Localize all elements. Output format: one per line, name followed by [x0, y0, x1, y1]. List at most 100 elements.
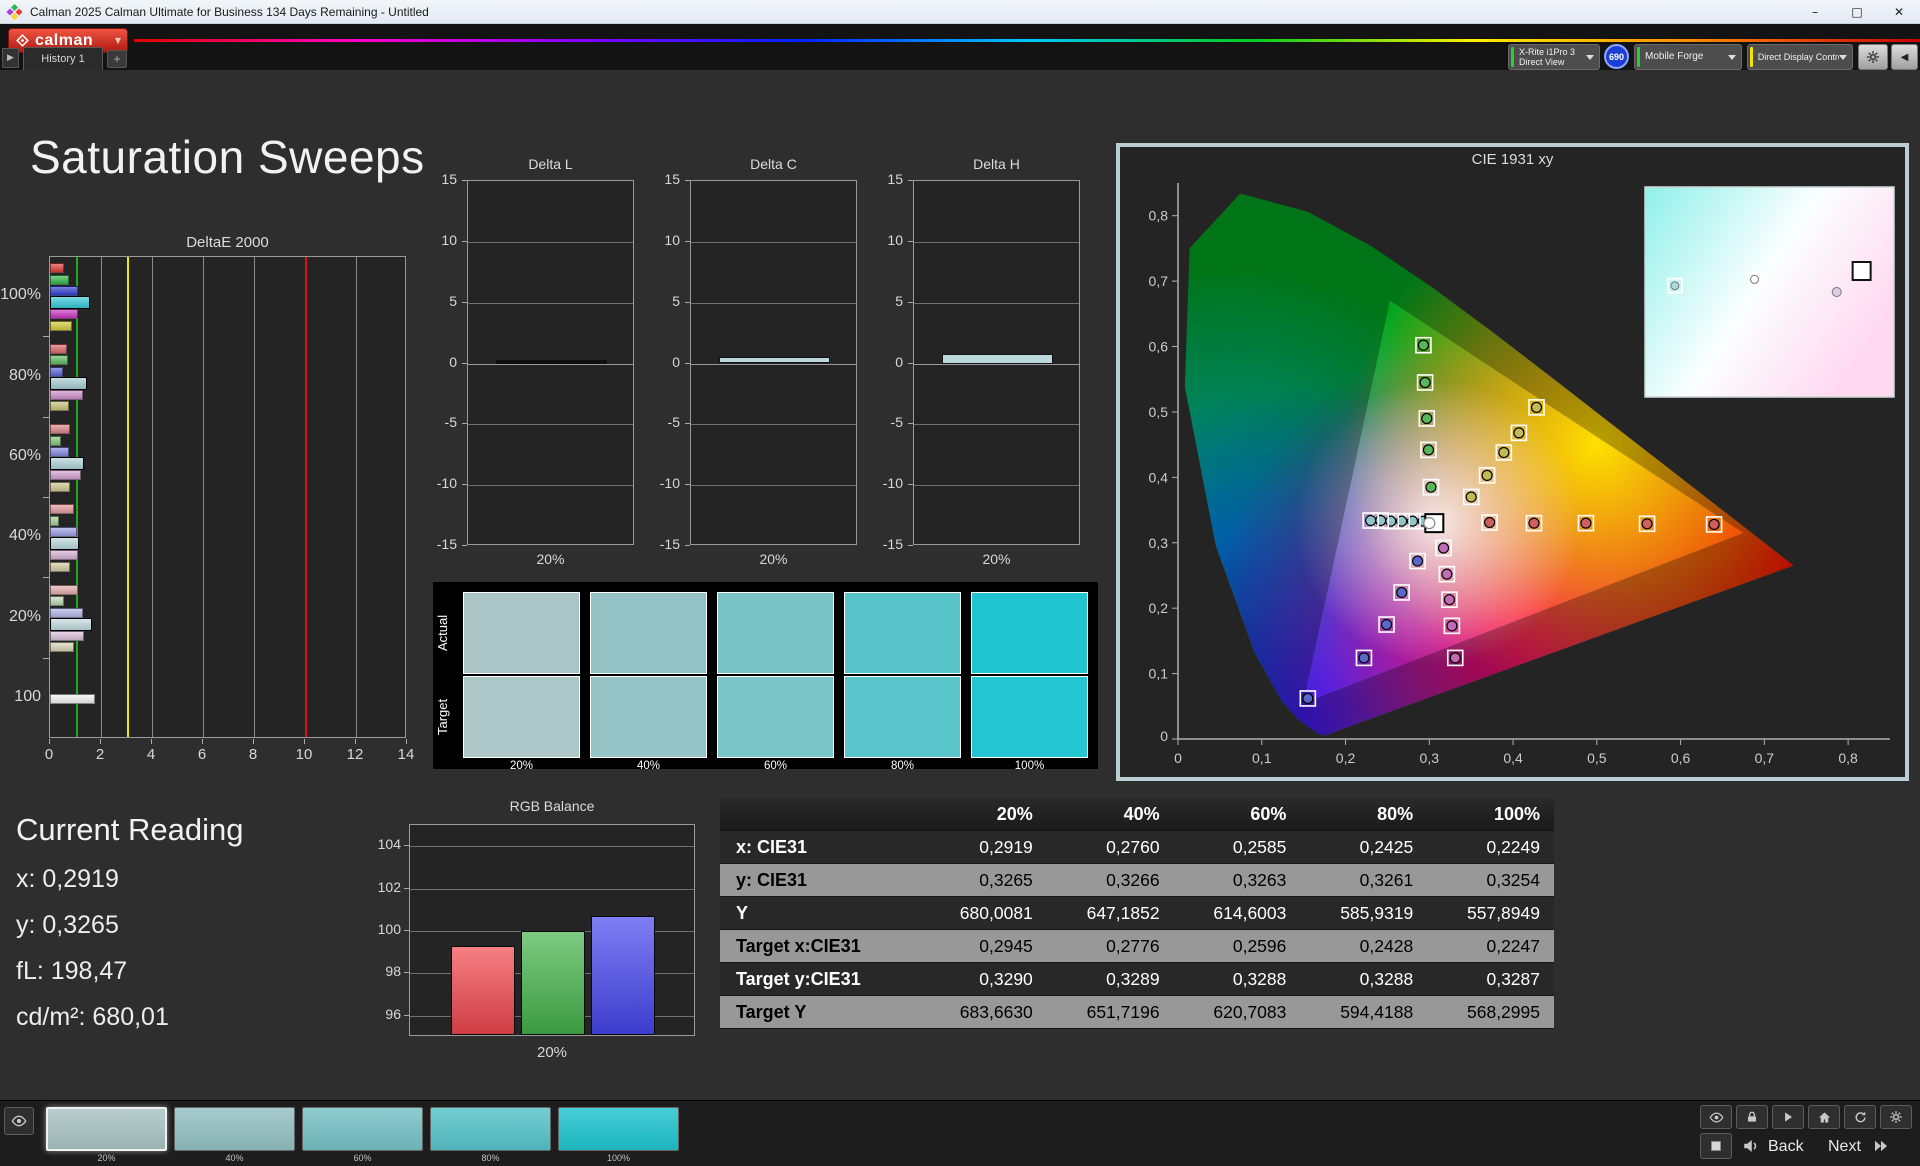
patch-thumbnail-80%[interactable] — [430, 1107, 551, 1151]
svg-text:0,6: 0,6 — [1149, 339, 1169, 355]
delta_c-y-tick — [685, 362, 690, 364]
back-button[interactable]: Back — [1768, 1138, 1804, 1156]
deltae-x-tick — [202, 739, 203, 744]
table-cell: 0,3288 — [1359, 968, 1414, 989]
meter-dropdown[interactable]: X-Rite i1Pro 3 Direct View — [1508, 44, 1600, 70]
deltae-bar-80%-yellow — [50, 401, 70, 412]
swatch-column-label: 100% — [1014, 760, 1045, 772]
lock-button[interactable] — [1736, 1105, 1768, 1129]
deltae-bar-100%-yellow — [50, 320, 72, 331]
table-cell: 0,3290 — [979, 968, 1033, 989]
deltae-bar-100%-magenta — [50, 309, 79, 320]
delta_c-y-tick-label: -15 — [659, 536, 680, 552]
table-row: Target y:CIE31 0,3290 0,3289 0,3288 0,3288 0,… — [720, 963, 1554, 996]
preview-eye-button[interactable] — [4, 1107, 34, 1135]
settings-button[interactable] — [1858, 44, 1888, 70]
delta_l-y-tick-label: -15 — [436, 536, 457, 552]
announce-icon[interactable] — [1742, 1137, 1760, 1155]
home-button[interactable] — [1808, 1105, 1840, 1129]
delta_h-y-tick — [908, 423, 913, 425]
source-dropdown[interactable]: Mobile Forge — [1634, 44, 1742, 70]
delta_c-y-tick-label: 5 — [672, 292, 680, 309]
deltae-x-tick-label: 10 — [295, 746, 313, 763]
delta_l-y-tick — [462, 301, 467, 303]
delta_h-y-tick — [908, 545, 913, 546]
deltae-x-tick-label: 12 — [346, 746, 364, 763]
tab-history-1[interactable]: History 1 — [23, 47, 103, 70]
target-swatch-100% — [971, 676, 1088, 758]
add-tab-button[interactable]: + — [107, 50, 127, 68]
display-control-dropdown[interactable]: Direct Display Control — [1747, 44, 1853, 70]
play-button[interactable] — [1772, 1105, 1804, 1129]
rgb-balance-plot-area — [409, 824, 695, 1036]
actual-swatch-80% — [844, 592, 961, 674]
delta_c-gridline — [691, 302, 856, 304]
stop-button[interactable] — [1700, 1133, 1732, 1159]
rainbow-accent-line — [134, 39, 1920, 42]
deltae-bar-60%-blue — [50, 447, 70, 458]
deltae-x-tick — [304, 739, 305, 744]
table-header-40%: 40% — [1123, 803, 1160, 824]
patch-thumbnail-label: 60% — [353, 1153, 372, 1163]
deltae-x-tick-label: 6 — [197, 746, 207, 763]
deltae-gridline — [152, 257, 153, 737]
deltae-gridline — [203, 257, 204, 737]
skip-forward-icon[interactable] — [1872, 1137, 1890, 1155]
minimize-button[interactable]: – — [1794, 0, 1836, 24]
patch-thumbnail-label: 20% — [97, 1153, 116, 1163]
collapse-toolbar-button[interactable]: ◀ — [1891, 44, 1918, 70]
cie-1931-panel: CIE 1931 xy 0 0,1 0,1 0,2 0,2 0,3 0,3 0,4 0,4 0,5… — [1116, 143, 1909, 781]
app-icon — [6, 3, 22, 20]
delta_h-plot-area — [913, 180, 1080, 545]
table-cell: 0,2585 — [1232, 836, 1287, 857]
expand-sidebar-button[interactable]: ▶ — [2, 48, 19, 68]
deltae-bar-100%-red — [50, 263, 65, 274]
table-cell: 0,3263 — [1232, 869, 1287, 890]
delta_h-chart-title: Delta H — [973, 156, 1020, 172]
table-cell: 0,3289 — [1106, 968, 1160, 989]
deltae-x-tick-label: 4 — [146, 746, 156, 763]
eye-button[interactable] — [1700, 1105, 1732, 1129]
patch-thumbnail-40%[interactable] — [174, 1107, 295, 1151]
deltae-group-label: 40% — [8, 527, 41, 545]
refresh-button[interactable] — [1844, 1105, 1876, 1129]
calman-window: Calman 2025 Calman Ultimate for Business… — [0, 0, 1920, 1166]
table-cell: 0,2919 — [979, 836, 1033, 857]
delta_c-gridline — [691, 241, 856, 243]
table-row: y: CIE31 0,3265 0,3266 0,3263 0,3261 0,3254 — [720, 864, 1554, 897]
deltae-bar-40%-cyan — [50, 537, 80, 551]
delta_h-x-category-label: 20% — [982, 551, 1011, 567]
maximize-button[interactable]: □ — [1836, 0, 1878, 24]
close-button[interactable]: ✕ — [1878, 0, 1920, 24]
cie-chromaticity-diagram: 0 0,1 0,1 0,2 0,2 0,3 0,3 0,4 0,4 0,5 0,5 0,6 0,6 0,7… — [1149, 183, 1895, 766]
patch-thumbnail-60%[interactable] — [302, 1107, 423, 1151]
table-header-100%: 100% — [1493, 803, 1540, 824]
deltae-gridline — [356, 257, 357, 737]
table-cell: 614,6003 — [1213, 902, 1287, 923]
current-reading-heading: Current Reading — [16, 812, 244, 847]
svg-text:0,2: 0,2 — [1336, 750, 1356, 766]
delta_h-y-tick — [908, 180, 913, 181]
table-row-label: Y — [736, 902, 749, 923]
eye-icon — [11, 1113, 27, 1129]
next-button[interactable]: Next — [1828, 1138, 1861, 1156]
patch-thumbnail-label: 80% — [481, 1153, 500, 1163]
reading-cdm: cd/m²: 680,01 — [16, 1003, 169, 1031]
chevron-down-icon — [1586, 54, 1594, 60]
settings-button[interactable] — [1880, 1105, 1912, 1129]
deltae-x-tick-label: 2 — [95, 746, 105, 763]
meter-count-badge[interactable]: 690 — [1604, 44, 1629, 69]
table-cell: 0,3261 — [1359, 869, 1414, 890]
table-cell: 0,3266 — [1106, 869, 1160, 890]
display-control-label: Direct Display Control — [1757, 51, 1839, 62]
rgb-gridline — [410, 888, 694, 890]
table-cell: 0,2425 — [1359, 836, 1414, 857]
delta_l-bar — [496, 359, 607, 364]
patch-thumbnail-20%[interactable] — [46, 1107, 167, 1151]
deltae-y-tick — [43, 416, 49, 418]
deltae-plot-area — [49, 256, 406, 738]
table-cell: 651,7196 — [1086, 1001, 1160, 1022]
measurement-table: 20% 40% 60% 80% 100% x: CIE31 0,2919 0,2760 0,25… — [720, 798, 1554, 1029]
patch-thumbnail-100%[interactable] — [558, 1107, 679, 1151]
deltae-bar-80%-blue — [50, 366, 63, 377]
